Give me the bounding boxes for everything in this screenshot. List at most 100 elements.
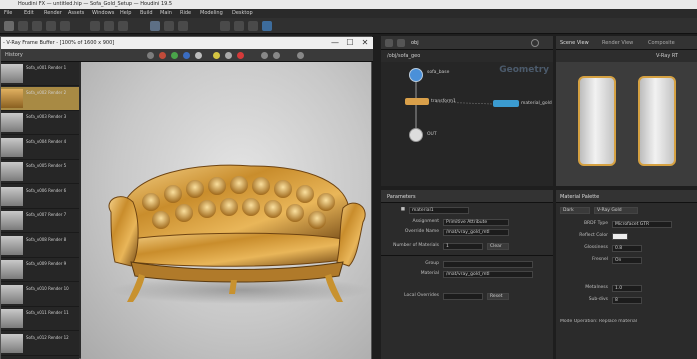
forward-icon[interactable]	[397, 39, 405, 47]
shelf-tool-icon[interactable]	[248, 21, 258, 31]
thumbnail-image	[1, 64, 23, 83]
palette-field[interactable]: 0.8	[612, 245, 642, 252]
thumbnail-image	[1, 162, 23, 181]
history-thumbnail[interactable]: Sofa_v007 Render 7	[1, 209, 79, 233]
close-icon[interactable]: ✕	[359, 38, 371, 48]
palette-row: Sub-divs 8	[556, 297, 697, 306]
node-material[interactable]	[493, 100, 519, 107]
node-out[interactable]	[409, 128, 423, 142]
shelf-tool-icon[interactable]	[60, 21, 70, 31]
param-field[interactable]	[443, 293, 483, 300]
thumbnail-label: Sofa_v004 Render 4	[26, 138, 67, 144]
compare-icon[interactable]	[273, 52, 280, 59]
channel-icon[interactable]	[147, 52, 154, 59]
red-channel-icon[interactable]	[159, 52, 166, 59]
palette-field[interactable]: On	[612, 257, 642, 264]
history-thumbnail[interactable]: Sofa_v005 Render 5	[1, 160, 79, 184]
shelf-tool-icon[interactable]	[32, 21, 42, 31]
reflect-color-swatch[interactable]	[612, 233, 628, 240]
network-tab[interactable]: obj	[411, 40, 419, 46]
thumbnail-image	[1, 113, 23, 132]
region-icon[interactable]	[261, 52, 268, 59]
menu-item-assets[interactable]: Assets	[68, 10, 84, 16]
clear-button[interactable]: Clear	[487, 243, 509, 250]
palette-field[interactable]: 8	[612, 297, 642, 304]
palette-row: BRDF Type Microfacet GTR	[556, 221, 697, 230]
thumbnail-label: Sofa_v007 Render 7	[26, 212, 67, 217]
lens-effects-icon[interactable]	[297, 52, 304, 59]
tab-composite[interactable]: Composite	[648, 40, 675, 46]
param-field[interactable]	[443, 261, 533, 268]
divider	[381, 255, 553, 256]
reset-button[interactable]: Reset	[487, 293, 509, 300]
param-row: Override Name /mat/vray_gold_mtl	[381, 229, 553, 238]
history-thumbnail[interactable]: Sofa_v003 Render 3	[1, 111, 79, 135]
viewport-3d	[556, 62, 697, 186]
shelf-tool-icon[interactable]	[150, 21, 160, 31]
shelf-tool-icon[interactable]	[18, 21, 28, 31]
menu-item-ride[interactable]: Ride	[180, 10, 191, 16]
alpha-channel-icon[interactable]	[195, 52, 202, 59]
cushion-model-right	[638, 76, 676, 166]
menu-item-file[interactable]: File	[4, 10, 12, 16]
menu-item-render[interactable]: Render	[44, 10, 62, 16]
history-thumbnail[interactable]: Sofa_v006 Render 6	[1, 185, 79, 209]
node-sofa-base[interactable]	[409, 68, 423, 82]
maximize-icon[interactable]: ☐	[344, 38, 356, 48]
shelf-tool-icon[interactable]	[46, 21, 56, 31]
shelf-tool-icon[interactable]	[118, 21, 128, 31]
palette-field[interactable]: 1.0	[612, 285, 642, 292]
param-field[interactable]: Primitive Attribute	[443, 219, 509, 226]
history-thumbnail[interactable]: Sofa_v001 Render 1	[1, 62, 79, 86]
shelf-tool-icon[interactable]	[104, 21, 114, 31]
shelf-tool-icon[interactable]	[262, 21, 272, 31]
shelf-tool-icon[interactable]	[164, 21, 174, 31]
help-icon[interactable]	[531, 39, 539, 47]
shelf-tool-icon[interactable]	[178, 21, 188, 31]
node-transform[interactable]	[405, 98, 429, 105]
menu-item-help[interactable]: Help	[120, 10, 131, 16]
history-thumbnail[interactable]: Sofa_v008 Render 8	[1, 234, 79, 258]
tab-scene-view[interactable]: Scene View	[560, 40, 589, 46]
menu-item-edit[interactable]: Edit	[24, 10, 34, 16]
shelf-tool-icon[interactable]	[220, 21, 230, 31]
param-field[interactable]: /mat/vray_gold_mtl	[443, 271, 533, 278]
history-thumbnail[interactable]: Sofa_v010 Render 10	[1, 283, 79, 307]
history-thumbnail[interactable]: Sofa_v009 Render 9	[1, 258, 79, 282]
thumbnail-label: Sofa_v010 Render 10	[26, 285, 69, 291]
shelf-toolbar	[0, 18, 697, 34]
menu-item-main[interactable]: Main	[160, 10, 172, 16]
shelf-tool-icon[interactable]	[90, 21, 100, 31]
tab-vray-gold[interactable]: V-Ray Gold	[594, 207, 638, 214]
menu-item-windows[interactable]: Windows	[92, 10, 114, 16]
history-thumbnail[interactable]: Sofa_v012 Render 12	[1, 332, 79, 356]
green-channel-icon[interactable]	[171, 52, 178, 59]
node-name-field[interactable]: material1	[409, 207, 469, 214]
render-icon[interactable]	[213, 52, 220, 59]
param-field[interactable]: 1	[443, 243, 483, 250]
menu-item-desktop[interactable]: Desktop	[232, 10, 253, 16]
palette-field[interactable]: Microfacet GTR	[612, 221, 672, 228]
history-thumbnail[interactable]: Sofa_v004 Render 4	[1, 136, 79, 160]
blue-channel-icon[interactable]	[183, 52, 190, 59]
tab-render-view[interactable]: Render View	[602, 40, 633, 46]
render-frame-buffer-window: - V-Ray Frame Buffer - [100% of 1600 x 9…	[0, 36, 373, 359]
thumbnail-label: Sofa_v003 Render 3	[26, 114, 67, 119]
menu-item-modeling[interactable]: Modeling	[200, 10, 223, 16]
thumbnail-label: Sofa_v008 Render 8	[26, 236, 67, 242]
shelf-tool-icon[interactable]	[234, 21, 244, 31]
shelf-tool-icon[interactable]	[4, 21, 14, 31]
history-thumbnail[interactable]: Sofa_v002 Render 2	[1, 86, 79, 111]
save-icon[interactable]	[225, 52, 232, 59]
param-field[interactable]: /mat/vray_gold_mtl	[443, 229, 509, 236]
menu-item-build[interactable]: Build	[140, 10, 153, 16]
network-path[interactable]: /obj/sofa_geo	[387, 53, 420, 59]
back-icon[interactable]	[385, 39, 393, 47]
history-thumbnail[interactable]: Sofa_v011 Render 11	[1, 307, 79, 331]
minimize-icon[interactable]: —	[329, 38, 341, 48]
render-window-title-bar: - V-Ray Frame Buffer - [100% of 1600 x 9…	[1, 37, 373, 49]
network-path-bar: /obj/sofa_geo	[381, 50, 553, 62]
tab-dark[interactable]: Dark	[560, 207, 590, 214]
stop-render-icon[interactable]	[237, 52, 244, 59]
param-label: Material	[420, 271, 439, 276]
